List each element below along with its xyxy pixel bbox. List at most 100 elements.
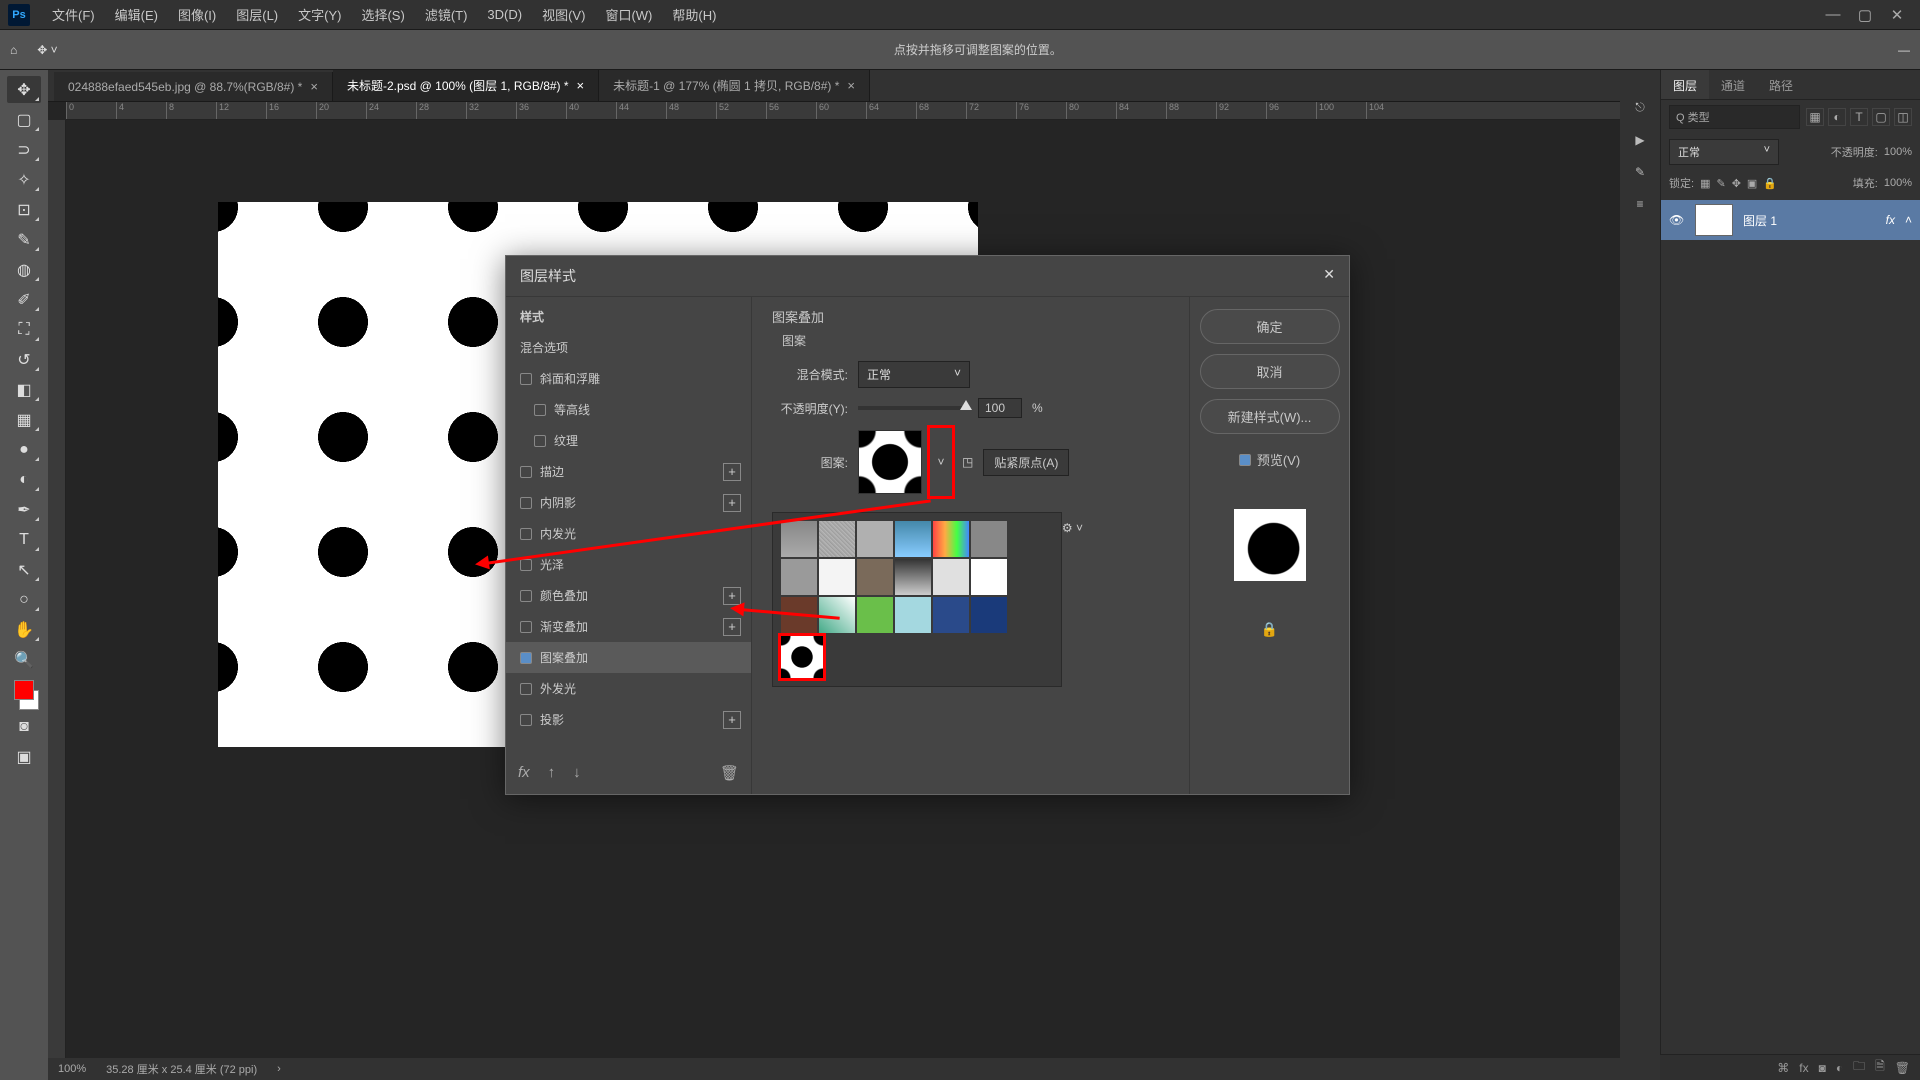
layer-name[interactable]: 图层 1 [1743,212,1777,229]
optbar-collapse-icon[interactable]: — [1898,43,1910,57]
close-icon[interactable]: ✕ [1323,266,1335,286]
stamp-tool[interactable]: ⛶ [7,316,41,343]
lock-image-icon[interactable]: ▦ [1700,177,1710,190]
blend-mode-select[interactable]: 正常˅ [1669,139,1779,165]
close-icon[interactable]: ✕ [1888,6,1906,24]
close-icon[interactable]: × [577,78,585,93]
adjustment-layer-icon[interactable]: ◐ [1836,1061,1843,1075]
menu-edit[interactable]: 编辑(E) [105,0,168,30]
pen-tool[interactable]: ✒ [7,496,41,523]
layer-mask-icon[interactable]: ◙ [1819,1061,1826,1075]
pattern-swatch[interactable] [895,559,931,595]
tab-paths[interactable]: 路径 [1757,70,1805,99]
menu-image[interactable]: 图像(I) [168,0,226,30]
styles-header[interactable]: 样式 [506,301,751,332]
gradient-tool[interactable]: ▦ [7,406,41,433]
layer-fx-icon[interactable]: fx [1799,1061,1808,1075]
contour[interactable]: 等高线 [506,394,751,425]
brushes-panel-icon[interactable]: ✎ [1635,165,1645,179]
pattern-preview-swatch[interactable] [858,430,922,494]
foreground-color[interactable] [14,680,34,700]
snap-to-origin-button[interactable]: 贴紧原点(A) [983,449,1069,476]
opacity-slider[interactable] [858,406,968,410]
filter-adjust-icon[interactable]: ◐ [1828,108,1846,126]
marquee-tool[interactable]: ▢ [7,106,41,133]
hand-tool[interactable]: ✋ [7,616,41,643]
eyedropper-tool[interactable]: ✎ [7,226,41,253]
quickmask-tool[interactable]: ◙ [7,713,41,740]
status-docsize[interactable]: 35.28 厘米 x 25.4 厘米 (72 ppi) [106,1061,257,1077]
add-icon[interactable]: + [723,618,741,636]
filter-pixel-icon[interactable]: ▦ [1806,108,1824,126]
pattern-swatch[interactable] [857,559,893,595]
outer-glow[interactable]: 外发光 [506,673,751,704]
add-icon[interactable]: + [723,463,741,481]
lock-position-icon[interactable]: ✎ [1716,177,1725,190]
gradient-overlay[interactable]: 渐变叠加+ [506,611,751,642]
menu-help[interactable]: 帮助(H) [662,0,726,30]
lock-all-icon[interactable]: 🔒 [1763,177,1777,190]
gear-icon[interactable]: ⚙ ˅ [1062,521,1083,535]
shape-tool[interactable]: ○ [7,586,41,613]
filter-smart-icon[interactable]: ◫ [1894,108,1912,126]
chevron-up-icon[interactable]: ˄ [1905,213,1912,227]
new-preset-icon[interactable]: ◳ [962,455,973,469]
chevron-right-icon[interactable]: › [277,1063,281,1075]
arrow-down-icon[interactable]: ↓ [573,764,581,782]
add-icon[interactable]: + [723,494,741,512]
lock-artboard-icon[interactable]: ▣ [1747,177,1757,190]
filter-shape-icon[interactable]: ▢ [1872,108,1890,126]
stroke[interactable]: 描边+ [506,456,751,487]
menu-select[interactable]: 选择(S) [351,0,414,30]
crop-tool[interactable]: ⊡ [7,196,41,223]
path-select-tool[interactable]: ↖ [7,556,41,583]
fx-menu-icon[interactable]: fx [518,764,530,782]
minimize-icon[interactable]: — [1824,6,1842,24]
pattern-swatch[interactable] [781,559,817,595]
color-overlay[interactable]: 颜色叠加+ [506,580,751,611]
link-layers-icon[interactable]: ⌘ [1777,1061,1789,1075]
user-pattern-swatch[interactable] [781,636,823,678]
add-icon[interactable]: + [723,711,741,729]
doc-tab-2[interactable]: 未标题-2.psd @ 100% (图层 1, RGB/8#) *× [333,70,599,101]
eraser-tool[interactable]: ◧ [7,376,41,403]
trash-icon[interactable]: 🗑 [720,764,739,782]
close-icon[interactable]: × [847,78,855,93]
screenmode-tool[interactable]: ▣ [7,743,41,770]
menu-view[interactable]: 视图(V) [532,0,595,30]
pattern-swatch[interactable] [857,521,893,557]
ok-button[interactable]: 确定 [1200,309,1340,344]
doc-tab-1[interactable]: 024888efaed545eb.jpg @ 88.7%(RGB/8#) *× [54,72,333,101]
history-panel-icon[interactable]: ⎋ [1635,100,1645,115]
menu-3d[interactable]: 3D(D) [477,1,532,28]
bevel-emboss[interactable]: 斜面和浮雕 [506,363,751,394]
texture[interactable]: 纹理 [506,425,751,456]
pattern-swatch[interactable] [819,521,855,557]
blend-mode-select[interactable]: 正常˅ [858,361,970,388]
home-icon[interactable]: ⌂ [10,43,17,57]
healing-tool[interactable]: ◍ [7,256,41,283]
maximize-icon[interactable]: ▢ [1856,6,1874,24]
fill-value[interactable]: 100% [1884,177,1912,189]
tab-layers[interactable]: 图层 [1661,70,1709,99]
pattern-swatch[interactable] [781,521,817,557]
move-tool[interactable]: ✥ [7,76,41,103]
pattern-swatch[interactable] [933,559,969,595]
dialog-titlebar[interactable]: 图层样式 ✕ [506,256,1349,297]
pattern-swatch[interactable] [971,597,1007,633]
menu-filter[interactable]: 滤镜(T) [415,0,478,30]
opacity-input[interactable]: 100 [978,398,1022,418]
fx-badge[interactable]: fx [1886,213,1895,227]
menu-window[interactable]: 窗口(W) [595,0,662,30]
pattern-swatch[interactable] [819,559,855,595]
move-tool-icon[interactable]: ✥ ˅ [37,43,57,57]
doc-tab-3[interactable]: 未标题-1 @ 177% (椭圆 1 拷贝, RGB/8#) *× [599,70,870,101]
layer-thumbnail[interactable] [1695,204,1733,236]
menu-layer[interactable]: 图层(L) [226,0,288,30]
lock-move-icon[interactable]: ✥ [1732,177,1741,190]
drop-shadow[interactable]: 投影+ [506,704,751,735]
menu-type[interactable]: 文字(Y) [288,0,351,30]
magic-wand-tool[interactable]: ✧ [7,166,41,193]
pattern-overlay[interactable]: 图案叠加 [506,642,751,673]
pattern-swatch[interactable] [895,521,931,557]
